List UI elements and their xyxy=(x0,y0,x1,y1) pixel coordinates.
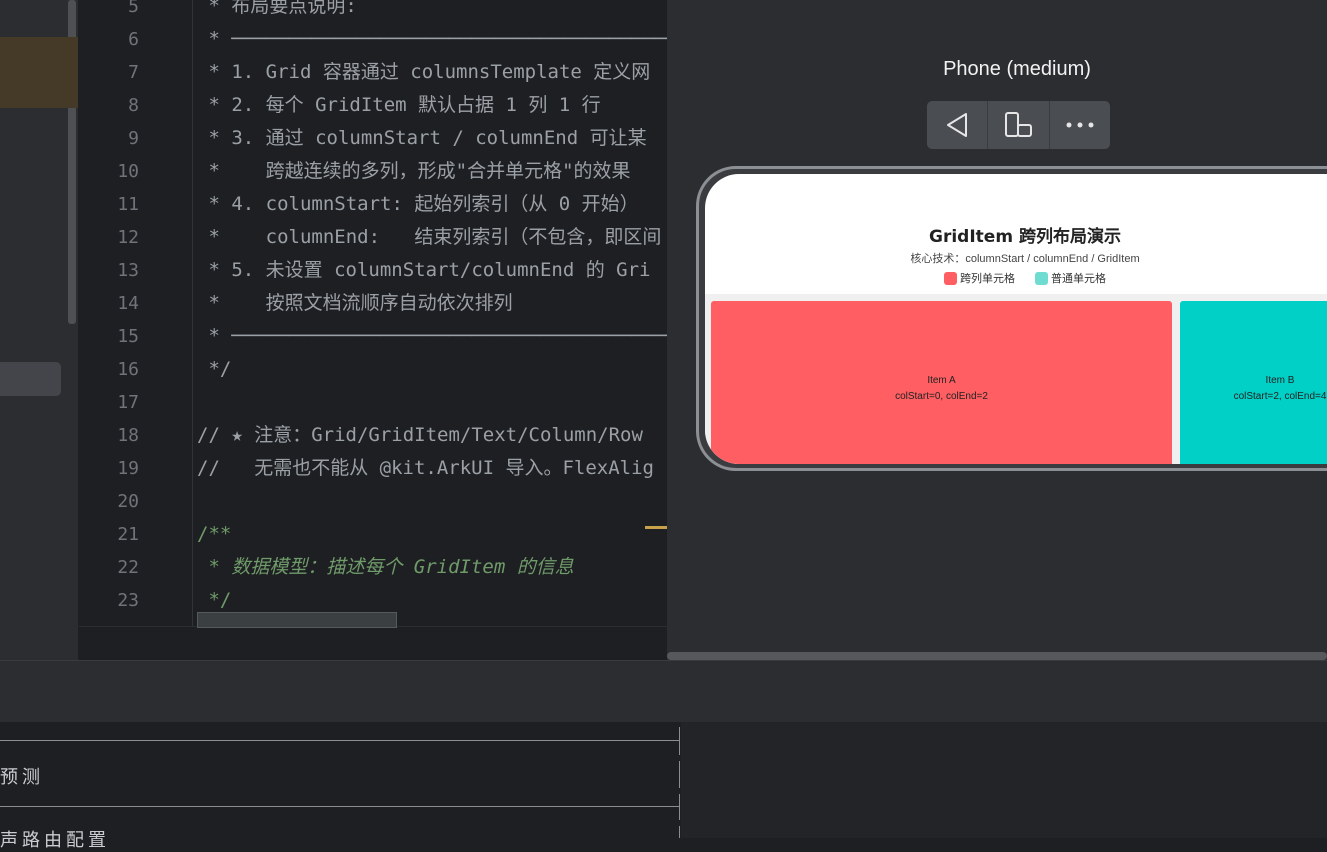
code-line[interactable]: 21 /** xyxy=(79,518,667,551)
line-number: 8 xyxy=(128,95,139,116)
phone-screen[interactable]: GridItem 跨列布局演示 核心技术：columnStart / colum… xyxy=(705,174,1327,464)
line-code: * ──────────────────────────────────────… xyxy=(197,28,667,50)
line-code: * ──────────────────────────────────────… xyxy=(197,325,667,347)
table-rule xyxy=(0,740,680,741)
fold-marker xyxy=(645,526,667,529)
line-code: * 2. 每个 GridItem 默认占据 1 列 1 行 xyxy=(197,94,601,116)
line-number: 19 xyxy=(117,458,139,479)
project-sidebar xyxy=(0,0,78,660)
more-icon xyxy=(1066,122,1094,128)
line-code: * columnEnd: 结束列索引（不包含，即区间 xyxy=(197,226,662,248)
code-line[interactable]: 19 // 无需也不能从 @kit.ArkUI 导入。FlexAlig xyxy=(79,452,667,485)
back-button[interactable] xyxy=(927,101,989,149)
line-code: * 4. columnStart: 起始列索引（从 0 开始） xyxy=(197,193,639,215)
line-code: * 按照文档流顺序自动依次排列 xyxy=(197,292,513,314)
code-line[interactable]: 18 // ★ 注意：Grid/GridItem/Text/Column/Row xyxy=(79,419,667,452)
rotate-device-icon xyxy=(1005,112,1033,137)
preview-horizontal-scrollbar[interactable] xyxy=(667,652,1327,660)
app-title: GridItem 跨列布局演示 xyxy=(929,227,1121,247)
phone-frame: GridItem 跨列布局演示 核心技术：columnStart / colum… xyxy=(696,166,1327,471)
grid-item-name: Item B xyxy=(1265,374,1295,386)
code-line[interactable]: 7 * 1. Grid 容器通过 columnsTemplate 定义网 xyxy=(79,56,667,89)
line-code: * 5. 未设置 columnStart/columnEnd 的 Gri xyxy=(197,259,651,281)
line-number: 16 xyxy=(117,359,139,380)
line-number: 17 xyxy=(117,392,139,413)
code-line[interactable]: 9 * 3. 通过 columnStart / columnEnd 可让某 xyxy=(79,122,667,155)
table-vrule xyxy=(679,761,680,788)
grid-item-a[interactable]: Item A colStart=0, colEnd=2 xyxy=(711,301,1172,464)
back-triangle-icon xyxy=(947,113,968,137)
line-number: 18 xyxy=(117,425,139,446)
table-row: 声路由配置 xyxy=(0,830,110,851)
code-line[interactable]: 16 */ xyxy=(79,353,667,386)
device-name-label: Phone (medium) xyxy=(943,58,1091,80)
preview-toolbar xyxy=(927,101,1110,149)
line-number: 20 xyxy=(117,491,139,512)
line-number: 5 xyxy=(128,0,139,17)
code-line[interactable]: 20 xyxy=(79,485,667,518)
code-line[interactable]: 5 * 布局要点说明: xyxy=(79,0,667,23)
line-code: * 3. 通过 columnStart / columnEnd 可让某 xyxy=(197,127,647,149)
code-editor[interactable]: 5 * 布局要点说明: 6 * ─────────────────────────… xyxy=(79,0,667,660)
table-vrule xyxy=(679,794,680,820)
code-line[interactable]: 17 xyxy=(79,386,667,419)
line-number: 11 xyxy=(117,194,139,215)
line-number: 22 xyxy=(117,557,139,578)
legend-item-normal: 普通单元格 xyxy=(1035,270,1106,286)
legend-swatch-span xyxy=(944,271,957,285)
bottom-tool-strip xyxy=(0,660,1327,723)
line-number: 23 xyxy=(117,590,139,611)
grid-item-name: Item A xyxy=(927,374,956,386)
line-number: 21 xyxy=(117,524,139,545)
legend-label: 跨列单元格 xyxy=(960,273,1015,285)
table-vrule xyxy=(679,727,680,755)
line-number: 7 xyxy=(128,62,139,83)
code-line[interactable]: 13 * 5. 未设置 columnStart/columnEnd 的 Gri xyxy=(79,254,667,287)
legend-item-span: 跨列单元格 xyxy=(944,270,1015,286)
legend: 跨列单元格 普通单元格 xyxy=(705,270,1327,286)
grid-item-detail: colStart=0, colEnd=2 xyxy=(895,390,988,402)
grid-item-detail: colStart=2, colEnd=4 xyxy=(1233,390,1327,402)
code-line[interactable]: 15 * ───────────────────────────────────… xyxy=(79,320,667,353)
text-table: 预测 声路由配置 xyxy=(0,722,681,851)
highlight-extension xyxy=(66,37,78,108)
line-code: // ★ 注意：Grid/GridItem/Text/Column/Row xyxy=(197,424,643,446)
line-number: 10 xyxy=(117,161,139,182)
table-rule xyxy=(0,806,680,807)
line-number: 9 xyxy=(128,128,139,149)
line-code: * 1. Grid 容器通过 columnsTemplate 定义网 xyxy=(197,61,651,83)
rotate-device-button[interactable] xyxy=(988,101,1050,149)
table-row: 预测 xyxy=(0,767,44,788)
selected-item[interactable] xyxy=(0,362,61,396)
editor-footer xyxy=(79,626,667,660)
code-line[interactable]: 14 * 按照文档流顺序自动依次排列 xyxy=(79,287,667,320)
line-code: /** xyxy=(197,523,232,545)
device-preview-panel: Phone (medium) GridItem 跨列布局演示 核心技术：colu… xyxy=(667,0,1327,660)
line-number: 6 xyxy=(128,29,139,50)
code-line[interactable]: 11 * 4. columnStart: 起始列索引（从 0 开始） xyxy=(79,188,667,221)
line-number: 15 xyxy=(117,326,139,347)
table-vrule xyxy=(679,826,680,838)
code-line[interactable]: 8 * 2. 每个 GridItem 默认占据 1 列 1 行 xyxy=(79,89,667,122)
line-number: 12 xyxy=(117,227,139,248)
line-code: * 布局要点说明: xyxy=(197,0,357,17)
inline-hint-box xyxy=(197,612,397,628)
bottom-right-pane xyxy=(681,722,1327,838)
line-code: * 数据模型：描述每个 GridItem 的信息 xyxy=(197,556,574,578)
code-line[interactable]: 6 * ────────────────────────────────────… xyxy=(79,23,667,56)
bottom-panel: 预测 声路由配置 xyxy=(0,722,1327,851)
line-code: // 无需也不能从 @kit.ArkUI 导入。FlexAlig xyxy=(197,457,654,479)
legend-label: 普通单元格 xyxy=(1051,273,1106,285)
more-button[interactable] xyxy=(1050,101,1110,149)
grid-item-b[interactable]: Item B colStart=2, colEnd=4 xyxy=(1180,301,1327,464)
code-line[interactable]: 10 * 跨越连续的多列，形成"合并单元格"的效果 xyxy=(79,155,667,188)
line-code: */ xyxy=(197,358,232,380)
line-code: * 跨越连续的多列，形成"合并单元格"的效果 xyxy=(197,160,631,182)
app-subtitle: 核心技术：columnStart / columnEnd / GridItem xyxy=(910,253,1140,265)
code-line[interactable]: 12 * columnEnd: 结束列索引（不包含，即区间 xyxy=(79,221,667,254)
legend-swatch-normal xyxy=(1035,271,1048,285)
line-number: 14 xyxy=(117,293,139,314)
line-number: 13 xyxy=(117,260,139,281)
code-line[interactable]: 22 * 数据模型：描述每个 GridItem 的信息 xyxy=(79,551,667,584)
